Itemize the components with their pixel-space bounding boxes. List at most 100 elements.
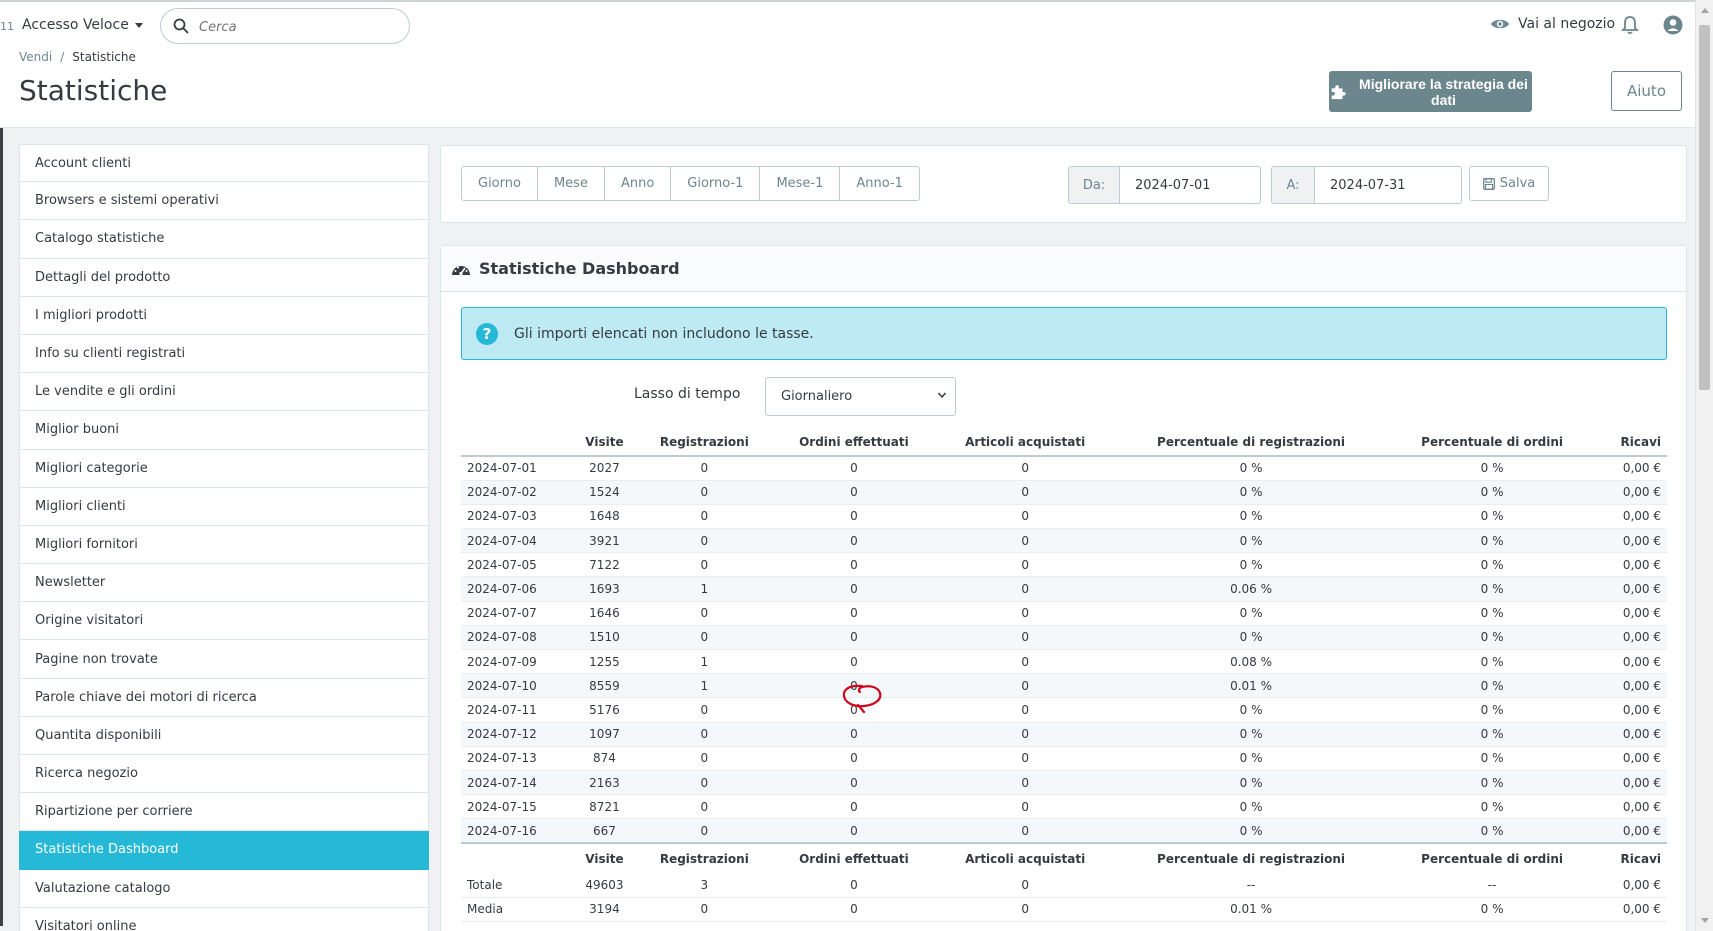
table-row: 2024-07-01 2027 0 0 0 0 % 0 % 0,00 €	[461, 456, 1667, 481]
help-button[interactable]: Aiuto	[1611, 71, 1682, 111]
table-cell: 0	[771, 649, 936, 675]
table-cell: 0.08 %	[1114, 649, 1388, 675]
table-cell: 0 %	[1387, 552, 1597, 578]
period-button[interactable]: Giorno-1	[670, 166, 761, 201]
user-avatar-icon[interactable]	[1663, 15, 1683, 35]
sidebar-item[interactable]: Info su clienti registrati	[19, 334, 429, 374]
period-button[interactable]: Mese	[536, 166, 605, 201]
column-header: Articoli acquistati	[935, 429, 1115, 457]
table-cell: 0	[935, 897, 1115, 922]
table-cell: 0	[771, 456, 936, 481]
table-cell: 0	[636, 897, 772, 922]
quick-access-dropdown[interactable]: Accesso Veloce	[22, 17, 143, 33]
breadcrumb-current: Statistiche	[72, 50, 136, 64]
table-cell: 0 %	[1387, 456, 1597, 481]
table-cell: 0	[636, 601, 772, 626]
period-button[interactable]: Anno	[603, 166, 672, 201]
table-cell: 0,00 €	[1596, 697, 1667, 723]
save-button[interactable]: Salva	[1469, 166, 1549, 201]
table-cell: 0	[771, 504, 936, 530]
date-to-input[interactable]: 2024-07-31	[1315, 166, 1462, 204]
column-header: Percentuale di registrazioni	[1114, 842, 1388, 873]
table-cell: 1	[636, 649, 772, 675]
sidebar-item[interactable]: Pagine non trovate	[19, 640, 429, 679]
table-row: 2024-07-09 1255 1 0 0 0.08 % 0 % 0,00 €	[461, 649, 1667, 675]
sidebar-item[interactable]: Newsletter	[19, 564, 429, 603]
table-row: 2024-07-05 7122 0 0 0 0 % 0 % 0,00 €	[461, 552, 1667, 578]
column-header: Ordini effettuati	[771, 429, 936, 457]
table-cell: 0	[636, 818, 772, 844]
column-header: Visite	[572, 429, 637, 457]
scroll-up-arrow-icon[interactable]	[1701, 8, 1709, 13]
period-button[interactable]: Giorno	[461, 166, 538, 201]
bell-icon[interactable]	[1621, 15, 1639, 35]
vertical-scrollbar[interactable]	[1695, 0, 1713, 931]
table-cell: 0 %	[1387, 722, 1597, 747]
table-row: 2024-07-03 1648 0 0 0 0 % 0 % 0,00 €	[461, 504, 1667, 530]
sidebar-item[interactable]: Valutazione catalogo	[19, 869, 429, 908]
column-header: Ordini effettuati	[771, 842, 936, 873]
table-cell: 0,00 €	[1596, 456, 1667, 481]
table-cell: 0,00 €	[1596, 552, 1667, 578]
breadcrumb-link[interactable]: Vendi	[19, 50, 52, 64]
table-cell: 2024-07-09	[461, 649, 573, 675]
sidebar-item[interactable]: Account clienti	[19, 144, 429, 183]
table-cell: 0 %	[1387, 818, 1597, 844]
table-cell: 0,00 €	[1596, 746, 1667, 771]
table-cell: 0	[935, 722, 1115, 747]
sidebar-item[interactable]: Ricerca negozio	[19, 755, 429, 794]
table-cell: 0 %	[1114, 601, 1388, 626]
table-cell: 0	[636, 504, 772, 530]
sidebar-item[interactable]: Migliori fornitori	[19, 525, 429, 565]
table-cell: --	[1387, 873, 1597, 898]
sidebar-item[interactable]: Ripartizione per corriere	[19, 793, 429, 832]
table-row: 2024-07-11 5176 0 0 0 0 % 0 % 0,00 €	[461, 697, 1667, 723]
improve-strategy-button[interactable]: Migliorare la strategia dei dati	[1329, 71, 1532, 112]
info-alert: ? Gli importi elencati non includono le …	[461, 307, 1667, 360]
table-cell: 1	[636, 673, 772, 699]
table-cell: 0 %	[1387, 601, 1597, 626]
sidebar-item[interactable]: Parole chiave dei motori di ricerca	[19, 678, 429, 717]
sidebar-item[interactable]: Origine visitatori	[19, 602, 429, 641]
search-box[interactable]	[160, 8, 410, 44]
table-cell: 1097	[572, 722, 637, 747]
date-from-input[interactable]: 2024-07-01	[1120, 166, 1261, 204]
table-cell: 0 %	[1387, 480, 1597, 505]
table-cell: 0 %	[1387, 576, 1597, 602]
sidebar-item[interactable]: Statistiche Dashboard	[19, 831, 429, 870]
view-shop-link[interactable]: Vai al negozio	[1490, 16, 1615, 32]
sidebar-item[interactable]: Le vendite e gli ordini	[19, 373, 429, 412]
sidebar-item[interactable]: I migliori prodotti	[19, 296, 429, 335]
time-span-select[interactable]: Giornaliero	[765, 377, 956, 416]
table-cell: 0,00 €	[1596, 480, 1667, 505]
search-input[interactable]	[199, 17, 389, 37]
table-row: 2024-07-02 1524 0 0 0 0 % 0 % 0,00 €	[461, 480, 1667, 505]
sidebar-item[interactable]: Visitatori online	[19, 907, 429, 931]
table-cell: 2024-07-16	[461, 818, 573, 844]
table-cell: 2024-07-15	[461, 794, 573, 820]
puzzle-icon	[1331, 84, 1346, 99]
sidebar-item[interactable]: Migliori clienti	[19, 487, 429, 526]
table-summary-row: Media 3194 0 0 0 0.01 % 0 % 0,00 €	[461, 897, 1667, 922]
period-button[interactable]: Anno-1	[839, 166, 920, 201]
table-cell: 2027	[572, 456, 637, 481]
table-cell: 2024-07-02	[461, 480, 573, 505]
table-cell: 1510	[572, 625, 637, 651]
table-row: 2024-07-13 874 0 0 0 0 % 0 % 0,00 €	[461, 746, 1667, 771]
scrollbar-thumb[interactable]	[1699, 25, 1710, 390]
table-cell: 0 %	[1387, 697, 1597, 723]
period-button[interactable]: Mese-1	[759, 166, 841, 201]
table-cell: 0	[771, 552, 936, 578]
sidebar-item[interactable]: Browsers e sistemi operativi	[19, 182, 429, 221]
sidebar-item[interactable]: Miglior buoni	[19, 411, 429, 450]
scroll-down-arrow-icon[interactable]	[1701, 918, 1709, 923]
sidebar-item[interactable]: Catalogo statistiche	[19, 220, 429, 259]
date-from-label: Da:	[1068, 166, 1120, 204]
table-cell: 0	[935, 456, 1115, 481]
sidebar-item[interactable]: Migliori categorie	[19, 449, 429, 488]
sidebar-item[interactable]: Quantita disponibili	[19, 716, 429, 755]
table-cell: 0,00 €	[1596, 770, 1667, 796]
sidebar-item[interactable]: Dettagli del prodotto	[19, 258, 429, 297]
table-cell: 8721	[572, 794, 637, 820]
table-cell: 0	[771, 873, 936, 898]
